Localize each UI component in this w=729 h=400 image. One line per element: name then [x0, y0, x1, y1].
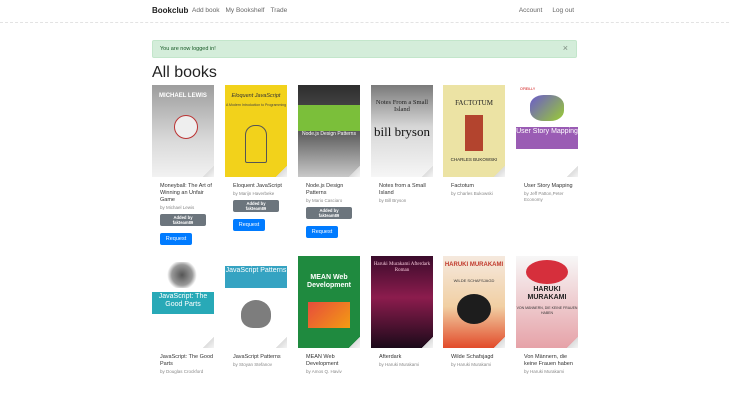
- book-cover[interactable]: MICHAEL LEWIS: [152, 85, 214, 177]
- book-card: Node.js Design Patterns Node.js Design P…: [298, 85, 360, 238]
- bird-icon: [241, 300, 271, 328]
- cover-text: HARUKI MURAKAMI: [444, 262, 504, 268]
- page-title: All books: [152, 64, 217, 81]
- illustration-icon: [245, 125, 267, 163]
- book-cover[interactable]: O'REILLY User Story Mapping: [516, 85, 578, 177]
- book-title: Wilde Schafsjagd: [451, 354, 494, 360]
- nav-trade[interactable]: Trade: [271, 7, 288, 14]
- nav-left: Add book My Bookshelf Trade: [192, 7, 287, 14]
- book-card: FACTOTUM CHARLES BUKOWSKI Factotum by Ch…: [443, 85, 505, 197]
- alert-message: You are now logged in!: [160, 46, 216, 52]
- book-card: MICHAEL LEWIS Moneyball: The Art of Winn…: [152, 85, 214, 245]
- book-cover[interactable]: Node.js Design Patterns: [298, 85, 360, 177]
- book-title: Eloquent JavaScript: [233, 183, 282, 189]
- butterfly-icon: [166, 262, 198, 288]
- bird-icon: [530, 95, 564, 121]
- book-author: by Haruki Murakami: [379, 362, 420, 367]
- book-cover[interactable]: FACTOTUM CHARLES BUKOWSKI: [443, 85, 505, 177]
- cover-text: Haruki Murakami Afterdark Roman: [373, 262, 431, 273]
- request-button[interactable]: Request: [306, 226, 338, 238]
- cover-text: MICHAEL LEWIS: [159, 93, 207, 99]
- cover-text: MEAN Web Development: [307, 274, 351, 289]
- navbar: Bookclub Add book My Bookshelf Trade Acc…: [0, 0, 729, 23]
- book-card: MEAN Web Development MEAN Web Developmen…: [298, 256, 360, 375]
- book-author: by Bill Bryson: [379, 198, 407, 203]
- book-cover[interactable]: Haruki Murakami Afterdark Roman: [371, 256, 433, 348]
- nav-add-book[interactable]: Add book: [192, 7, 219, 14]
- book-card: Haruki Murakami Afterdark Roman Afterdar…: [371, 256, 433, 368]
- cover-text: Eloquent JavaScript: [231, 93, 281, 99]
- book-title: Node.js Design Patterns: [306, 183, 344, 196]
- close-icon[interactable]: ×: [563, 43, 568, 53]
- book-title: Moneyball: The Art of Winning an Unfair …: [160, 183, 212, 203]
- brand-link[interactable]: Bookclub: [152, 6, 188, 15]
- book-title: Von Männern, die keine Frauen haben: [524, 354, 573, 367]
- book-author: by Stoyan Stefanov: [233, 362, 273, 367]
- book-author: by Mario Casciaro: [306, 198, 343, 203]
- book-card: Eloquent JavaScript A Modern Introductio…: [225, 85, 287, 231]
- book-title: Afterdark: [379, 354, 402, 360]
- book-author: by Marijn Haverbeke: [233, 191, 275, 196]
- cover-text: FACTOTUM: [455, 99, 493, 107]
- nav-my-bookshelf[interactable]: My Bookshelf: [225, 7, 264, 14]
- cover-text: User Story Mapping: [516, 128, 578, 135]
- book-title: Factotum: [451, 183, 474, 189]
- cover-text: Notes From a Small Island: [375, 99, 429, 113]
- baseball-icon: [174, 115, 198, 139]
- book-author: by Jeff Patton,Peter Economy: [524, 191, 564, 202]
- login-alert: You are now logged in! ×: [152, 40, 577, 58]
- book-cover[interactable]: JavaScript Patterns: [225, 256, 287, 348]
- book-cover[interactable]: Eloquent JavaScript A Modern Introductio…: [225, 85, 287, 177]
- book-cover[interactable]: JavaScript: The Good Parts: [152, 256, 214, 348]
- book-card: JavaScript Patterns JavaScript Patterns …: [225, 256, 287, 368]
- cover-text: JavaScript: The Good Parts: [158, 293, 208, 308]
- book-card: O'REILLY User Story Mapping User Story M…: [516, 85, 578, 203]
- book-author: by Haruki Murakami: [451, 362, 492, 367]
- book-card: Notes From a Small Island bill bryson No…: [371, 85, 433, 204]
- book-cover[interactable]: MEAN Web Development: [298, 256, 360, 348]
- book-title: JavaScript Patterns: [233, 354, 281, 360]
- book-title: JavaScript: The Good Parts: [160, 354, 214, 367]
- nav-logout[interactable]: Log out: [552, 7, 574, 14]
- book-cover[interactable]: HARUKI MURAKAMI VON MÄNNERN, DIE KEINE F…: [516, 256, 578, 348]
- book-card: JavaScript: The Good Parts JavaScript: T…: [152, 256, 214, 375]
- request-button[interactable]: Request: [160, 233, 192, 245]
- book-cover[interactable]: HARUKI MURAKAMI WILDE SCHAFSJAGD: [443, 256, 505, 348]
- book-card: HARUKI MURAKAMI WILDE SCHAFSJAGD Wilde S…: [443, 256, 505, 368]
- cover-text: HARUKI MURAKAMI: [527, 286, 567, 301]
- book-author: by Charles Bukowski: [451, 191, 493, 196]
- nav-right: Account Log out: [519, 7, 574, 14]
- cover-text: Node.js Design Patterns: [302, 131, 356, 137]
- book-cover[interactable]: Notes From a Small Island bill bryson: [371, 85, 433, 177]
- added-by-badge: Added by fakteam89: [233, 200, 279, 212]
- book-title: User Story Mapping: [524, 183, 573, 189]
- book-card: HARUKI MURAKAMI VON MÄNNERN, DIE KEINE F…: [516, 256, 578, 375]
- book-title: MEAN Web Development: [306, 354, 339, 367]
- sheep-icon: [457, 294, 491, 324]
- book-author: by Michael Lewis: [160, 205, 195, 210]
- book-author: by Amos Q. Haviv: [306, 369, 342, 374]
- book-title: Notes from a Small Island: [379, 183, 426, 196]
- added-by-badge: Added by fakteam89: [306, 207, 352, 219]
- book-author: by Haruki Murakami: [524, 369, 565, 374]
- cover-text: JavaScript Patterns: [225, 267, 287, 274]
- nav-account[interactable]: Account: [519, 7, 543, 14]
- book-author: by Douglas Crockford: [160, 369, 204, 374]
- request-button[interactable]: Request: [233, 219, 265, 231]
- added-by-badge: Added by fakteam89: [160, 214, 206, 226]
